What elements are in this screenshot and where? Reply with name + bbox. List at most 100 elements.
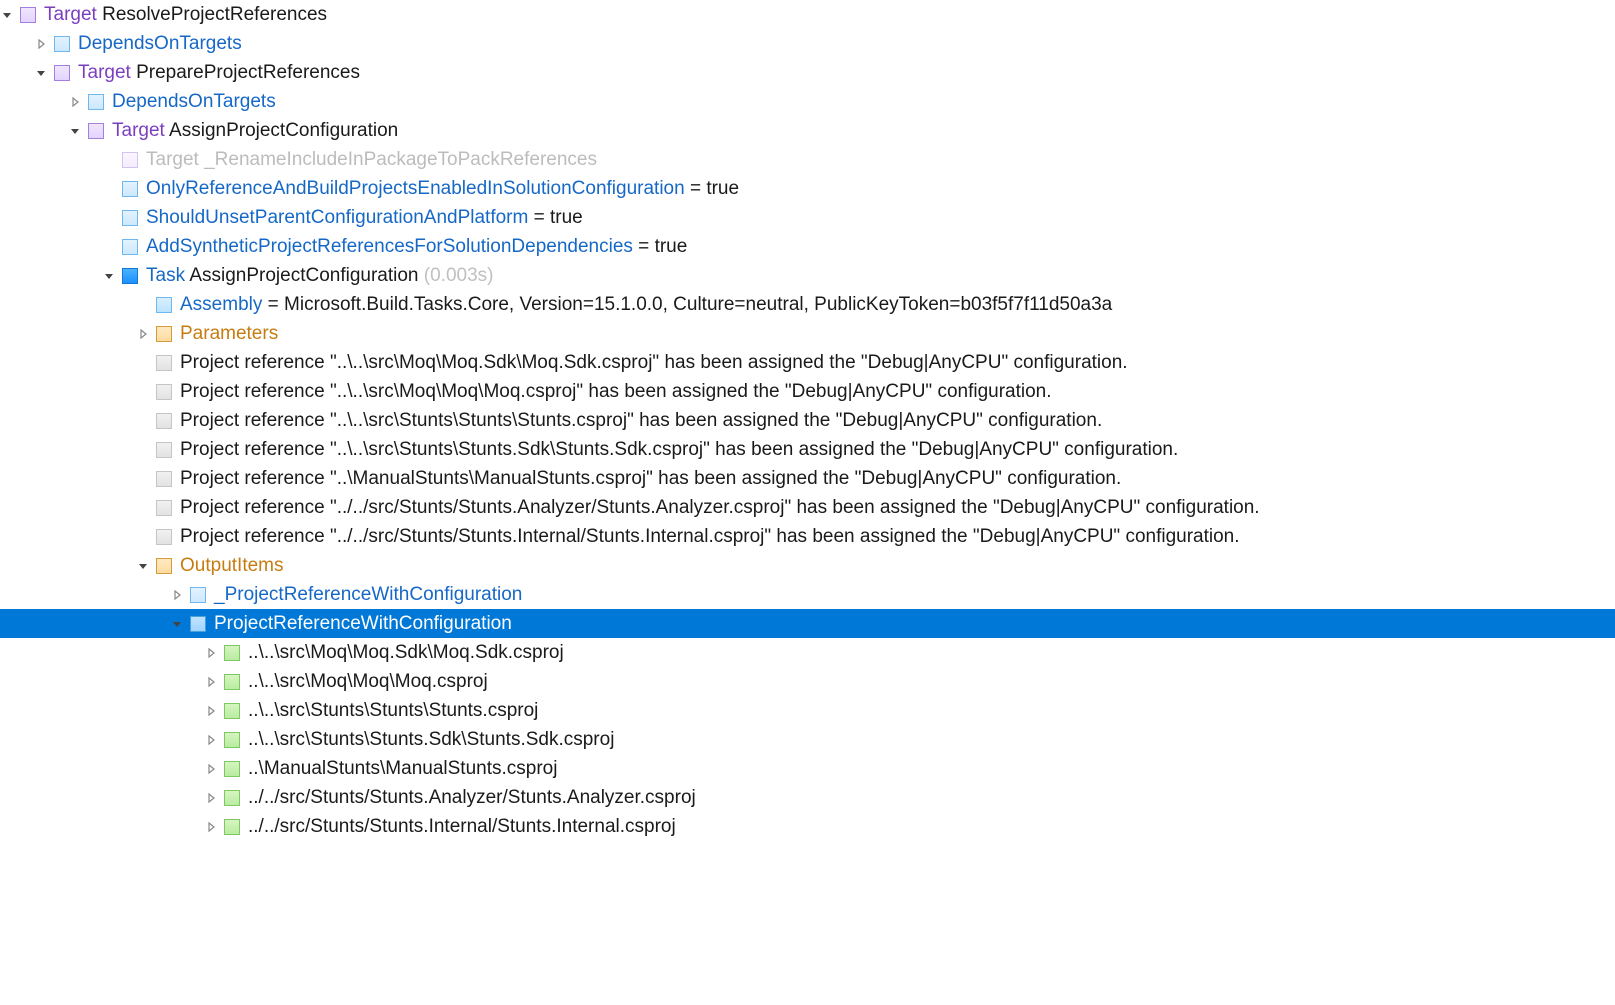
item-icon xyxy=(224,790,240,806)
depends-on-targets[interactable]: DependsOnTargets xyxy=(0,87,1615,116)
expand-toggle[interactable] xyxy=(68,95,82,109)
output-items[interactable]: OutputItems xyxy=(0,551,1615,580)
output-item[interactable]: ../../src/Stunts/Stunts.Internal/Stunts.… xyxy=(0,812,1615,841)
output-item[interactable]: ..\..\src\Stunts\Stunts\Stunts.csproj xyxy=(0,696,1615,725)
expand-toggle[interactable] xyxy=(102,269,116,283)
message-icon xyxy=(156,413,172,429)
property-icon xyxy=(122,239,138,255)
target-resolve-project-references[interactable]: Target ResolveProjectReferences xyxy=(0,0,1615,29)
expand-toggle[interactable] xyxy=(170,588,184,602)
tree-item-label: Target PrepareProjectReferences xyxy=(78,62,360,84)
tree-item-label: Project reference "../../src/Stunts/Stun… xyxy=(180,526,1240,548)
tree-item-label: DependsOnTargets xyxy=(112,91,276,113)
item-icon xyxy=(224,761,240,777)
item-icon xyxy=(224,732,240,748)
build-property[interactable]: AddSyntheticProjectReferencesForSolution… xyxy=(0,232,1615,261)
tree-item-label: Project reference "..\..\src\Stunts\Stun… xyxy=(180,439,1178,461)
message-icon xyxy=(156,442,172,458)
expand-toggle[interactable] xyxy=(204,820,218,834)
build-message[interactable]: Project reference "..\ManualStunts\Manua… xyxy=(0,464,1615,493)
task-assembly[interactable]: Assembly = Microsoft.Build.Tasks.Core, V… xyxy=(0,290,1615,319)
tree-item-label: Project reference "..\..\src\Moq\Moq\Moq… xyxy=(180,381,1052,403)
build-message[interactable]: Project reference "../../src/Stunts/Stun… xyxy=(0,522,1615,551)
task-parameters[interactable]: Parameters xyxy=(0,319,1615,348)
expand-toggle[interactable] xyxy=(136,559,150,573)
output-item[interactable]: ..\..\src\Moq\Moq\Moq.csproj xyxy=(0,667,1615,696)
build-message[interactable]: Project reference "..\..\src\Moq\Moq.Sdk… xyxy=(0,348,1615,377)
item-group-icon xyxy=(190,587,206,603)
folder-icon xyxy=(88,94,104,110)
output-item[interactable]: ..\ManualStunts\ManualStunts.csproj xyxy=(0,754,1615,783)
tree-item-label: ..\..\src\Stunts\Stunts\Stunts.csproj xyxy=(248,700,538,722)
target-prepare-project-references[interactable]: Target PrepareProjectReferences xyxy=(0,58,1615,87)
output-item[interactable]: ..\..\src\Moq\Moq.Sdk\Moq.Sdk.csproj xyxy=(0,638,1615,667)
tree-item-label: AddSyntheticProjectReferencesForSolution… xyxy=(146,236,687,258)
tree-item-label: Project reference "..\..\src\Moq\Moq.Sdk… xyxy=(180,352,1128,374)
build-message[interactable]: Project reference "..\..\src\Stunts\Stun… xyxy=(0,406,1615,435)
output-item[interactable]: ../../src/Stunts/Stunts.Analyzer/Stunts.… xyxy=(0,783,1615,812)
tree-item-label: ..\..\src\Moq\Moq\Moq.csproj xyxy=(248,671,488,693)
build-message[interactable]: Project reference "..\..\src\Stunts\Stun… xyxy=(0,435,1615,464)
message-icon xyxy=(156,384,172,400)
expand-toggle[interactable] xyxy=(204,733,218,747)
tree-item-label: _ProjectReferenceWithConfiguration xyxy=(214,584,522,606)
tree-item-label: DependsOnTargets xyxy=(78,33,242,55)
tree-item-label: Assembly = Microsoft.Build.Tasks.Core, V… xyxy=(180,294,1112,316)
tree-item-label: OnlyReferenceAndBuildProjectsEnabledInSo… xyxy=(146,178,739,200)
folder-icon xyxy=(54,36,70,52)
tree-item-label: ..\..\src\Moq\Moq.Sdk\Moq.Sdk.csproj xyxy=(248,642,564,664)
tree-item-label: Target ResolveProjectReferences xyxy=(44,4,327,26)
tree-item-label: Target AssignProjectConfiguration xyxy=(112,120,398,142)
build-message[interactable]: Project reference "../../src/Stunts/Stun… xyxy=(0,493,1615,522)
expand-toggle[interactable] xyxy=(170,617,184,631)
tree-item-label: Task AssignProjectConfiguration (0.003s) xyxy=(146,265,493,287)
expand-toggle[interactable] xyxy=(34,66,48,80)
output-item-group[interactable]: _ProjectReferenceWithConfiguration xyxy=(0,580,1615,609)
message-icon xyxy=(156,471,172,487)
tree-item-label: ../../src/Stunts/Stunts.Internal/Stunts.… xyxy=(248,816,676,838)
expand-toggle[interactable] xyxy=(204,762,218,776)
expand-toggle[interactable] xyxy=(204,791,218,805)
expand-toggle[interactable] xyxy=(68,124,82,138)
expand-toggle[interactable] xyxy=(204,675,218,689)
expand-toggle[interactable] xyxy=(204,704,218,718)
target-icon xyxy=(54,65,70,81)
tree-item-label: Project reference "../../src/Stunts/Stun… xyxy=(180,497,1260,519)
tree-item-label: OutputItems xyxy=(180,555,284,577)
build-property[interactable]: OnlyReferenceAndBuildProjectsEnabledInSo… xyxy=(0,174,1615,203)
tree-item-label: Parameters xyxy=(180,323,278,345)
output-item[interactable]: ..\..\src\Stunts\Stunts.Sdk\Stunts.Sdk.c… xyxy=(0,725,1615,754)
item-icon xyxy=(224,819,240,835)
target-disabled-icon xyxy=(122,152,138,168)
item-icon xyxy=(224,703,240,719)
target-disabled[interactable]: Target _RenameIncludeInPackageToPackRefe… xyxy=(0,145,1615,174)
target-assign-project-configuration[interactable]: Target AssignProjectConfiguration xyxy=(0,116,1615,145)
build-property[interactable]: ShouldUnsetParentConfigurationAndPlatfor… xyxy=(0,203,1615,232)
build-message[interactable]: Project reference "..\..\src\Moq\Moq\Moq… xyxy=(0,377,1615,406)
message-icon xyxy=(156,500,172,516)
expand-toggle[interactable] xyxy=(34,37,48,51)
task-icon xyxy=(122,268,138,284)
expand-toggle[interactable] xyxy=(136,327,150,341)
target-icon xyxy=(20,7,36,23)
task-assign-project-configuration[interactable]: Task AssignProjectConfiguration (0.003s) xyxy=(0,261,1615,290)
parameters-icon xyxy=(156,326,172,342)
message-icon xyxy=(156,355,172,371)
tree-item-label: ProjectReferenceWithConfiguration xyxy=(214,613,512,635)
item-icon xyxy=(224,645,240,661)
tree-item-label: ..\ManualStunts\ManualStunts.csproj xyxy=(248,758,557,780)
property-icon xyxy=(122,210,138,226)
message-icon xyxy=(156,529,172,545)
tree-item-label: ../../src/Stunts/Stunts.Analyzer/Stunts.… xyxy=(248,787,696,809)
depends-on-targets[interactable]: DependsOnTargets xyxy=(0,29,1615,58)
tree-item-label: ..\..\src\Stunts\Stunts.Sdk\Stunts.Sdk.c… xyxy=(248,729,614,751)
property-icon xyxy=(122,181,138,197)
tree-item-label: Target _RenameIncludeInPackageToPackRefe… xyxy=(146,149,597,171)
tree-item-label: Project reference "..\ManualStunts\Manua… xyxy=(180,468,1121,490)
output-item-group-selected[interactable]: ProjectReferenceWithConfiguration xyxy=(0,609,1615,638)
output-items-icon xyxy=(156,558,172,574)
expand-toggle[interactable] xyxy=(0,8,14,22)
expand-toggle[interactable] xyxy=(204,646,218,660)
assembly-icon xyxy=(156,297,172,313)
tree-item-label: ShouldUnsetParentConfigurationAndPlatfor… xyxy=(146,207,583,229)
